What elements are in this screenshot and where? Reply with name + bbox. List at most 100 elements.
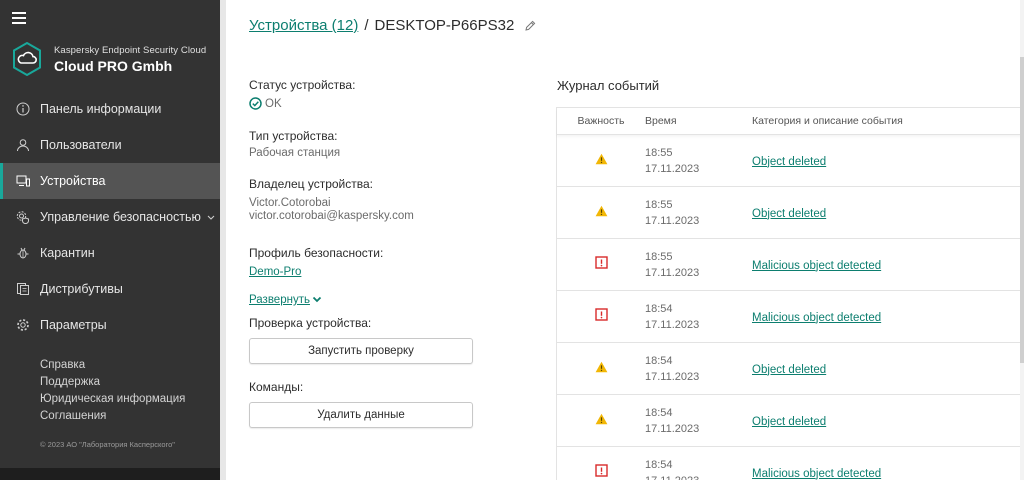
sidebar: Kaspersky Endpoint Security Cloud Cloud …	[0, 0, 220, 480]
sidebar-item-distributions[interactable]: Дистрибутивы	[0, 271, 220, 307]
sidebar-item-label: Параметры	[40, 318, 107, 332]
category-cell: Object deleted	[752, 204, 1024, 222]
time-cell: 18:55 17.11.2023	[645, 197, 752, 229]
status-value: OK	[249, 97, 499, 110]
table-row[interactable]: 18:5417.11.2023Malicious object detected	[557, 291, 1024, 343]
event-date: 17.11.2023	[645, 473, 752, 480]
event-description-link[interactable]: Malicious object detected	[752, 312, 881, 324]
profile-link[interactable]: Demo-Pro	[249, 266, 301, 278]
menu-icon[interactable]	[12, 12, 26, 24]
table-row[interactable]: 18:54 17.11.2023 Object deleted	[557, 395, 1024, 447]
warning-icon	[595, 360, 608, 378]
sidebar-item-users[interactable]: Пользователи	[0, 127, 220, 163]
sidebar-item-label: Дистрибутивы	[40, 282, 123, 296]
profile-section: Профиль безопасности: Demo-Pro	[249, 246, 499, 280]
pencil-icon[interactable]	[524, 20, 536, 32]
table-row[interactable]: 18:55 17.11.2023 Object deleted	[557, 135, 1024, 187]
column-header-category[interactable]: Категория и описание события	[752, 115, 1024, 127]
time-cell: 18:55 17.11.2023	[645, 249, 752, 281]
severity-cell	[557, 152, 645, 170]
support-link[interactable]: Поддержка	[40, 374, 185, 391]
sidebar-links: Справка Поддержка Юридическая информация…	[40, 357, 185, 425]
sidebar-item-settings[interactable]: Параметры	[0, 307, 220, 343]
breadcrumb: Устройства (12) / DESKTOP-P66PS32	[249, 17, 536, 34]
critical-icon	[594, 255, 608, 274]
event-date: 17.11.2023	[645, 266, 700, 279]
commands-section: Команды: Удалить данные	[249, 380, 499, 428]
status-section: Статус устройства: OK	[249, 78, 499, 110]
event-date: 17.11.2023	[645, 422, 700, 435]
main-content: Устройства (12) / DESKTOP-P66PS32 Статус…	[226, 0, 1024, 480]
event-date: 17.11.2023	[645, 370, 700, 383]
severity-cell	[557, 360, 645, 378]
expand-label: Развернуть	[249, 294, 310, 306]
sidebar-item-dashboard[interactable]: Панель информации	[0, 91, 220, 127]
legal-info-link[interactable]: Юридическая информация	[40, 391, 185, 408]
event-description-link[interactable]: Object deleted	[752, 156, 826, 168]
brand-subtitle: Kaspersky Endpoint Security Cloud	[54, 44, 207, 56]
sidebar-item-label: Карантин	[40, 246, 95, 260]
category-cell: Malicious object detected	[752, 256, 1024, 274]
time-cell: 18:54 17.11.2023	[645, 301, 752, 333]
agreements-link[interactable]: Соглашения	[40, 408, 185, 425]
event-description-link[interactable]: Object deleted	[752, 416, 826, 428]
owner-email: victor.cotorobai@kaspersky.com	[249, 210, 414, 222]
type-section: Тип устройства: Рабочая станция	[249, 129, 499, 159]
event-date: 17.11.2023	[645, 318, 700, 331]
table-row[interactable]: 18:55 17.11.2023 Malicious object detected	[557, 239, 1024, 291]
event-time: 18:55	[645, 198, 673, 211]
packages-icon	[16, 282, 30, 296]
table-row[interactable]: 18:55 17.11.2023 Object deleted	[557, 187, 1024, 239]
cloud-shield-logo-icon	[13, 42, 41, 76]
critical-icon	[594, 463, 608, 480]
expand-toggle[interactable]: Развернуть	[249, 294, 499, 306]
scan-label: Проверка устройства:	[249, 316, 372, 330]
status-label: Статус устройства:	[249, 78, 356, 92]
time-cell: 18:55 17.11.2023	[645, 145, 752, 177]
event-description-link[interactable]: Malicious object detected	[752, 260, 881, 272]
status-text: OK	[265, 97, 282, 110]
category-cell: Object deleted	[752, 152, 1024, 170]
sidebar-item-label: Управление безопасностью	[40, 210, 201, 224]
table-header: Важность Время Категория и описание собы…	[557, 108, 1024, 135]
owner-section: Владелец устройства: Victor.Cotorobai vi…	[249, 177, 499, 223]
time-cell: 18:54 17.11.2023	[645, 405, 752, 437]
gear-icon	[16, 318, 30, 332]
time-cell: 18:54 17.11.2023	[645, 353, 752, 385]
event-time: 18:54	[645, 406, 673, 419]
copyright: © 2023 АО "Лаборатория Касперского"	[40, 440, 175, 449]
table-row[interactable]: 18:54 17.11.2023Malicious object detected	[557, 447, 1024, 480]
table-row[interactable]: 18:54 17.11.2023 Object deleted	[557, 343, 1024, 395]
sidebar-item-devices[interactable]: Устройства	[0, 163, 220, 199]
severity-cell	[557, 255, 645, 274]
breadcrumb-devices-link[interactable]: Устройства (12)	[249, 17, 358, 34]
event-description-link[interactable]: Object deleted	[752, 208, 826, 220]
sidebar-item-security-management[interactable]: Управление безопасностью	[0, 199, 220, 235]
start-scan-button[interactable]: Запустить проверку	[249, 338, 473, 364]
user-icon	[16, 138, 30, 152]
severity-cell	[557, 307, 645, 326]
scrollbar-thumb[interactable]	[1020, 57, 1024, 363]
profile-label: Профиль безопасности:	[249, 246, 384, 260]
event-time: 18:54	[645, 458, 673, 471]
delete-data-button[interactable]: Удалить данные	[249, 402, 473, 428]
event-description-link[interactable]: Malicious object detected	[752, 468, 881, 480]
event-description-link[interactable]: Object deleted	[752, 364, 826, 376]
sidebar-item-quarantine[interactable]: Карантин	[0, 235, 220, 271]
warning-icon	[595, 152, 608, 170]
page-title: DESKTOP-P66PS32	[374, 17, 515, 34]
table-body: 18:55 17.11.2023 Object deleted 18:55 17.11.…	[557, 135, 1024, 480]
warning-icon	[595, 204, 608, 222]
help-link[interactable]: Справка	[40, 357, 185, 374]
warning-icon	[595, 412, 608, 430]
severity-cell	[557, 412, 645, 430]
column-header-time[interactable]: Время	[645, 115, 752, 127]
chevron-down-icon	[207, 210, 215, 224]
commands-label: Команды:	[249, 380, 304, 394]
chevron-down-icon	[312, 296, 322, 303]
sidebar-nav: Панель информации Пользователи Устройств…	[0, 91, 220, 343]
time-cell: 18:54 17.11.2023	[645, 457, 752, 480]
type-label: Тип устройства:	[249, 129, 338, 143]
event-time: 18:55	[645, 146, 673, 159]
column-header-severity[interactable]: Важность	[557, 115, 645, 127]
